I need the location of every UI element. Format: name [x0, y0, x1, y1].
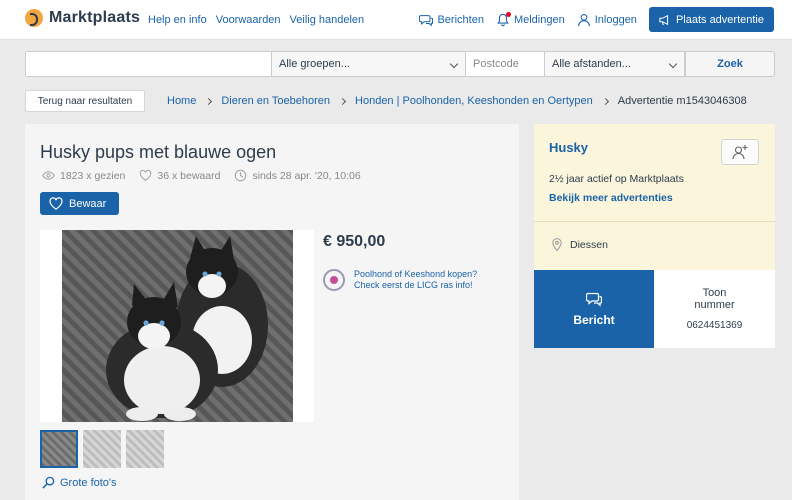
main-photo[interactable]: [62, 230, 293, 422]
postcode-input[interactable]: Postcode: [466, 51, 545, 77]
bewaar-label: Bewaar: [69, 197, 107, 210]
seller-panel: Husky 2½ jaar actief op Marktplaats Beki…: [534, 124, 775, 270]
berichten-label: Berichten: [437, 13, 484, 26]
breadcrumb-home[interactable]: Home: [167, 95, 196, 107]
thumbnail-2[interactable]: [83, 430, 121, 468]
megaphone-icon: [659, 14, 669, 25]
views-stat: 1823 x gezien: [42, 169, 125, 182]
veilig-handelen-link[interactable]: Veilig handelen: [290, 14, 365, 26]
promo-line-1: Poolhond of Keeshond kopen?: [354, 269, 478, 279]
bewaar-button[interactable]: Bewaar: [40, 192, 119, 215]
licg-promo-link[interactable]: Poolhond of Keeshond kopen? Check eerst …: [323, 269, 477, 291]
chevron-down-icon: [449, 59, 459, 69]
phone-number: 0624451369: [686, 320, 743, 331]
bericht-button[interactable]: Bericht: [534, 270, 654, 348]
add-user-icon: [732, 145, 748, 160]
thumbnail-strip: [40, 430, 164, 468]
chevron-right-icon: [601, 97, 609, 105]
help-link[interactable]: Help en info: [148, 14, 207, 26]
chevron-down-icon: [668, 59, 678, 69]
location-label: Diessen: [570, 238, 608, 251]
licg-logo-icon: [323, 269, 345, 291]
chat-icon: [586, 292, 602, 307]
grote-fotos-label: Grote foto's: [60, 476, 117, 489]
clock-icon: [235, 169, 247, 182]
toon-line-2: nummer: [694, 299, 735, 311]
chevron-right-icon: [205, 97, 213, 105]
breadcrumb-dieren[interactable]: Dieren en Toebehoren: [221, 95, 330, 107]
heart-icon: [49, 197, 63, 210]
ad-card: Husky pups met blauwe ogen 1823 x gezien…: [25, 124, 519, 500]
ad-title: Husky pups met blauwe ogen: [40, 142, 277, 162]
since-date: sinds 28 apr. '20, 10:06: [252, 169, 361, 182]
group-select-value: Alle groepen...: [279, 58, 350, 70]
husky-pups-image: [106, 236, 268, 421]
magnifier-icon: [42, 476, 55, 489]
meldingen-link[interactable]: Meldingen: [496, 11, 565, 27]
top-links: Help en info Voorwaarden Veilig handelen: [148, 14, 364, 26]
plaats-advertentie-label: Plaats advertentie: [675, 13, 764, 26]
grote-fotos-link[interactable]: Grote foto's: [42, 476, 117, 489]
location-pin-icon: [552, 238, 562, 251]
search-input[interactable]: [25, 51, 272, 77]
seller-location: Diessen: [552, 238, 608, 251]
thumbnail-1[interactable]: [40, 430, 78, 468]
breadcrumb: Home Dieren en Toebehoren Honden | Poolh…: [167, 95, 747, 107]
inloggen-label: Inloggen: [594, 13, 637, 26]
logo-icon: [25, 9, 43, 27]
back-to-results-button[interactable]: Terug naar resultaten: [25, 90, 145, 112]
bericht-label: Bericht: [573, 313, 615, 327]
seller-active-since: 2½ jaar actief op Marktplaats: [549, 173, 684, 185]
contact-actions: Bericht Toon nummer 0624451369: [534, 270, 775, 348]
seller-divider: [534, 221, 775, 222]
eye-icon: [42, 171, 55, 180]
toon-nummer-label: Toon nummer: [694, 287, 734, 311]
toon-nummer-button[interactable]: Toon nummer 0624451369: [654, 270, 775, 348]
promo-line-2: Check eerst de LICG ras info!: [354, 280, 473, 290]
group-select[interactable]: Alle groepen...: [272, 51, 466, 77]
meldingen-label: Meldingen: [513, 13, 565, 26]
search-button[interactable]: Zoek: [685, 51, 775, 77]
distance-select-value: Alle afstanden...: [552, 58, 631, 70]
breadcrumb-current: Advertentie m1543046308: [617, 95, 747, 107]
logo-text: Marktplaats: [49, 9, 141, 26]
voorwaarden-link[interactable]: Voorwaarden: [216, 14, 281, 26]
licg-promo-text: Poolhond of Keeshond kopen? Check eerst …: [354, 269, 477, 291]
berichten-link[interactable]: Berichten: [419, 13, 484, 27]
search-bar: Alle groepen... Postcode Alle afstanden.…: [25, 51, 775, 77]
plaats-advertentie-button[interactable]: Plaats advertentie: [648, 7, 774, 32]
heart-icon: [140, 169, 152, 181]
user-icon: [577, 13, 590, 26]
saved-count: 36 x bewaard: [157, 169, 221, 182]
notification-dot: [505, 11, 511, 17]
since-stat: sinds 28 apr. '20, 10:06: [234, 169, 361, 182]
follow-seller-button[interactable]: [721, 139, 759, 165]
breadcrumb-honden[interactable]: Honden | Poolhonden, Keeshonden en Oerty…: [355, 95, 593, 107]
main-photo-frame: [40, 230, 314, 422]
right-nav: Berichten Meldingen Inloggen Plaats adve…: [419, 7, 774, 32]
toon-line-1: Toon: [702, 287, 727, 299]
saved-stat: 36 x bewaard: [139, 169, 220, 182]
more-ads-link[interactable]: Bekijk meer advertenties: [549, 192, 673, 204]
logo[interactable]: Marktplaats: [25, 9, 140, 27]
inloggen-link[interactable]: Inloggen: [577, 13, 637, 27]
distance-select[interactable]: Alle afstanden...: [545, 51, 685, 77]
chat-icon: [419, 14, 434, 26]
ad-meta: 1823 x gezien 36 x bewaard sinds 28 apr.…: [42, 169, 361, 182]
views-count: 1823 x gezien: [60, 169, 126, 182]
thumbnail-3[interactable]: [126, 430, 164, 468]
seller-name[interactable]: Husky: [549, 140, 588, 155]
ad-price: € 950,00: [323, 233, 386, 250]
top-bar: Marktplaats Help en info Voorwaarden Vei…: [0, 0, 792, 40]
chevron-right-icon: [338, 97, 347, 105]
